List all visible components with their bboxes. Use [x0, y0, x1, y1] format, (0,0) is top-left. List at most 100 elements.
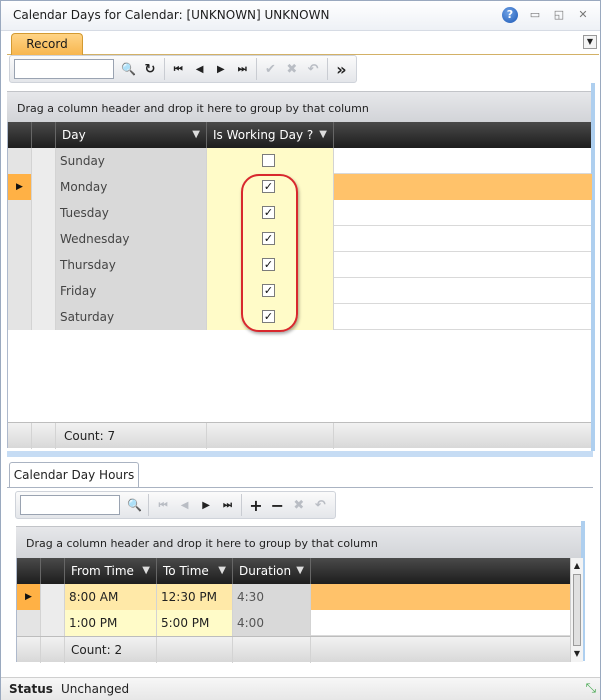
working-day-checkbox[interactable] [262, 154, 275, 167]
day-cell[interactable]: Wednesday [56, 226, 207, 252]
first-record-icon[interactable]: ⏮ [168, 58, 189, 80]
header-expand-cell [32, 122, 56, 148]
from-time-cell[interactable]: 1:00 PM [65, 610, 157, 636]
remove-icon[interactable]: − [267, 494, 288, 516]
window-title: Calendar Days for Calendar: [UNKNOWN] UN… [13, 8, 330, 22]
row-indicator[interactable] [8, 304, 32, 330]
undo-icon[interactable]: ↶ [302, 58, 323, 80]
cancel-icon[interactable]: ✖ [288, 494, 309, 516]
status-label: Status [9, 682, 53, 696]
table-row[interactable]: Sunday [8, 148, 591, 174]
more-icon[interactable]: » [331, 58, 352, 80]
restore-icon[interactable]: ◱ [552, 8, 566, 22]
last-record-icon[interactable]: ⏭ [232, 58, 253, 80]
row-indicator[interactable] [8, 278, 32, 304]
column-header-day[interactable]: Day ▼ [56, 122, 207, 148]
day-cell[interactable]: Sunday [56, 148, 207, 174]
day-cell[interactable]: Saturday [56, 304, 207, 330]
next-record-icon[interactable]: ▶ [195, 494, 216, 516]
undo-icon[interactable]: ↶ [310, 494, 331, 516]
tab-menu-chevron-down-icon[interactable]: ▼ [583, 35, 597, 49]
column-label-is-working-day: Is Working Day ? [213, 128, 314, 142]
record-search-input[interactable] [14, 59, 114, 79]
red-highlight-annotation [241, 174, 298, 332]
cancel-icon[interactable]: ✖ [281, 58, 302, 80]
previous-record-icon[interactable]: ◀ [174, 494, 195, 516]
hours-search-input[interactable] [20, 495, 120, 515]
day-cell[interactable]: Tuesday [56, 200, 207, 226]
row-expand-cell [32, 226, 56, 252]
row-indicator[interactable] [8, 148, 32, 174]
group-by-hint: Drag a column header and drop it here to… [26, 537, 378, 550]
previous-record-icon[interactable]: ◀ [189, 58, 210, 80]
column-header-duration[interactable]: Duration ▼ [233, 558, 311, 584]
to-time-cell[interactable]: 5:00 PM [157, 610, 233, 636]
table-row[interactable]: 1:00 PM 5:00 PM 4:00 [17, 610, 570, 636]
filter-icon[interactable]: ▼ [142, 558, 150, 584]
row-expand-cell [32, 200, 56, 226]
table-row[interactable]: Saturday ✓ [8, 304, 591, 330]
row-filler [334, 278, 592, 304]
next-record-icon[interactable]: ▶ [210, 58, 231, 80]
table-row[interactable]: ▶ 8:00 AM 12:30 PM 4:30 [17, 584, 571, 610]
add-icon[interactable]: + [245, 494, 266, 516]
table-row[interactable]: Wednesday ✓ [8, 226, 591, 252]
resize-grip-icon[interactable]: ⤡ [586, 681, 596, 696]
search-icon[interactable]: 🔍 [118, 58, 139, 80]
filter-icon[interactable]: ▼ [319, 122, 327, 148]
row-expand-cell [32, 304, 56, 330]
row-indicator[interactable]: ▶ [8, 174, 32, 200]
day-cell[interactable]: Monday [56, 174, 207, 200]
table-row[interactable]: Thursday ✓ [8, 252, 591, 278]
from-time-cell[interactable]: 8:00 AM [65, 584, 157, 610]
row-indicator[interactable] [8, 200, 32, 226]
group-by-panel[interactable]: Drag a column header and drop it here to… [7, 91, 591, 122]
tab-record[interactable]: Record [11, 33, 83, 55]
scroll-thumb[interactable] [573, 574, 581, 646]
column-header-from-time[interactable]: From Time ▼ [65, 558, 157, 584]
row-indicator[interactable] [17, 610, 41, 636]
working-day-cell[interactable] [207, 148, 334, 174]
column-header-to-time[interactable]: To Time ▼ [157, 558, 233, 584]
row-indicator[interactable]: ▶ [17, 584, 41, 610]
toolbar-divider [241, 494, 243, 516]
tab-calendar-day-hours[interactable]: Calendar Day Hours [9, 462, 139, 488]
hours-grid: From Time ▼ To Time ▼ Duration ▼ ▶ 8:00 A… [16, 558, 571, 663]
filter-icon[interactable]: ▼ [296, 558, 304, 584]
table-row[interactable]: Friday ✓ [8, 278, 591, 304]
filter-icon[interactable]: ▼ [192, 122, 200, 148]
to-time-cell[interactable]: 12:30 PM [157, 584, 233, 610]
day-cell[interactable]: Thursday [56, 252, 207, 278]
scroll-up-icon[interactable]: ▲ [571, 560, 583, 572]
filter-icon[interactable]: ▼ [218, 558, 226, 584]
header-indicator-cell [8, 122, 32, 148]
hours-group-by-panel[interactable]: Drag a column header and drop it here to… [16, 526, 581, 558]
row-indicator[interactable] [8, 252, 32, 278]
row-indicator[interactable] [8, 226, 32, 252]
hours-toolbar: 🔍 ⏮ ◀ ▶ ⏭ + − ✖ ↶ [15, 491, 336, 519]
row-filler [334, 148, 592, 174]
row-expand-cell [32, 174, 56, 200]
toolbar-divider [148, 494, 150, 516]
header-indicator-cell [17, 558, 41, 584]
panel-splitter[interactable] [7, 451, 593, 457]
toolbar-divider [163, 58, 165, 80]
help-icon[interactable]: ? [502, 7, 518, 23]
hours-grid-scrollbar[interactable]: ▲ ▼ [570, 558, 583, 662]
search-icon[interactable]: 🔍 [124, 494, 145, 516]
first-record-icon[interactable]: ⏮ [152, 494, 173, 516]
confirm-icon[interactable]: ✔ [260, 58, 281, 80]
footer-indicator-cell [17, 637, 41, 663]
day-cell[interactable]: Friday [56, 278, 207, 304]
row-expand-cell [41, 584, 65, 610]
table-row[interactable]: ▶ Monday ✓ [8, 174, 592, 200]
column-header-is-working-day[interactable]: Is Working Day ? ▼ [207, 122, 334, 148]
close-icon[interactable]: ✕ [576, 8, 590, 22]
refresh-icon[interactable]: ↻ [139, 58, 160, 80]
toolbar-divider [255, 58, 257, 80]
column-label-from-time: From Time [71, 564, 134, 578]
last-record-icon[interactable]: ⏭ [217, 494, 238, 516]
table-row[interactable]: Tuesday ✓ [8, 200, 591, 226]
minimize-icon[interactable]: ▭ [528, 8, 542, 22]
scroll-down-icon[interactable]: ▼ [571, 648, 583, 660]
